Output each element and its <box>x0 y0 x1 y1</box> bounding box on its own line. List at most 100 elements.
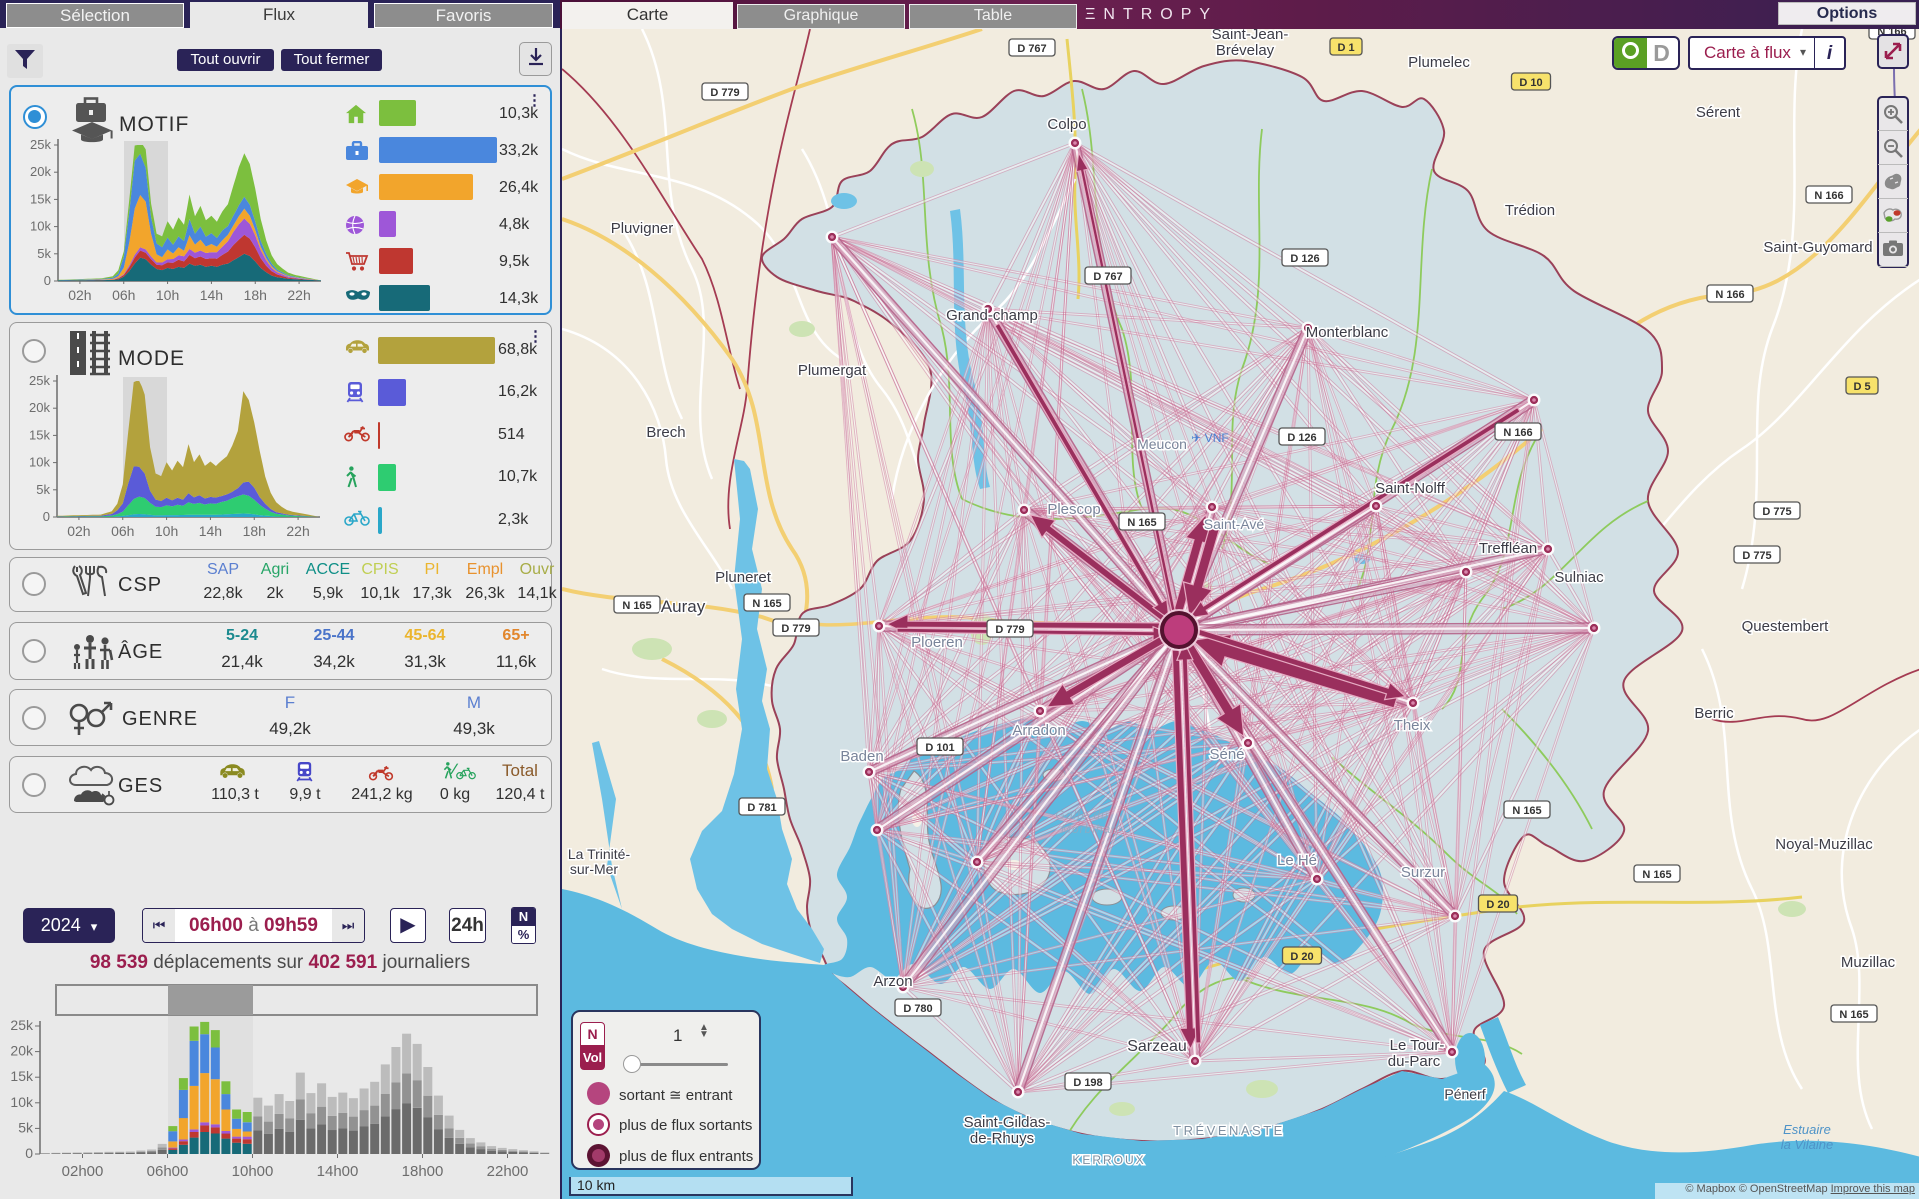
svg-text:la Vilaine: la Vilaine <box>1781 1137 1834 1152</box>
svg-text:KERROUX: KERROUX <box>1072 1153 1145 1167</box>
svg-text:D 767: D 767 <box>1017 43 1046 55</box>
svg-text:Grand-champ: Grand-champ <box>946 307 1038 324</box>
svg-text:25k: 25k <box>30 137 51 152</box>
svg-text:Ploeren: Ploeren <box>911 634 963 651</box>
svg-text:Sérent: Sérent <box>1696 104 1741 121</box>
svg-text:N 165: N 165 <box>1839 1009 1868 1021</box>
svg-text:20k: 20k <box>30 164 51 179</box>
svg-text:N 165: N 165 <box>622 600 651 612</box>
svg-text:Plescop: Plescop <box>1047 501 1100 518</box>
svg-text:D 198: D 198 <box>1073 1077 1102 1089</box>
svg-text:Questembert: Questembert <box>1742 618 1830 635</box>
svg-text:20k: 20k <box>29 400 50 415</box>
svg-text:D 779: D 779 <box>781 623 810 635</box>
svg-text:TRÉVENASTE: TRÉVENASTE <box>1173 1123 1285 1138</box>
svg-text:18h: 18h <box>243 523 266 539</box>
svg-text:14h: 14h <box>199 523 222 539</box>
svg-text:D 20: D 20 <box>1486 899 1509 911</box>
svg-text:D 101: D 101 <box>925 742 954 754</box>
svg-text:25k: 25k <box>10 1017 34 1033</box>
svg-text:5k: 5k <box>18 1119 34 1135</box>
svg-text:N 166: N 166 <box>1814 190 1843 202</box>
svg-text:D 20: D 20 <box>1290 951 1313 963</box>
svg-text:N 165: N 165 <box>1642 869 1671 881</box>
svg-text:N 165: N 165 <box>1512 805 1541 817</box>
svg-text:N 166: N 166 <box>1503 427 1532 439</box>
svg-text:de-Rhuys: de-Rhuys <box>970 1130 1034 1147</box>
svg-text:N 166: N 166 <box>1715 289 1744 301</box>
svg-text:10k: 10k <box>30 219 51 234</box>
svg-text:Berric: Berric <box>1694 705 1734 722</box>
svg-text:D 775: D 775 <box>1762 506 1791 518</box>
svg-text:Treffléan: Treffléan <box>1479 540 1537 557</box>
svg-text:10k: 10k <box>10 1094 34 1110</box>
svg-text:0: 0 <box>44 273 51 288</box>
svg-text:15k: 15k <box>10 1068 34 1084</box>
svg-text:Plumelec: Plumelec <box>1408 54 1470 71</box>
svg-text:Brévelay: Brévelay <box>1216 42 1275 59</box>
svg-text:Saint-Nolff: Saint-Nolff <box>1375 480 1446 497</box>
svg-text:15k: 15k <box>29 427 50 442</box>
svg-text:18h: 18h <box>244 287 267 303</box>
svg-text:10h: 10h <box>155 523 178 539</box>
svg-text:Golfe du: Golfe du <box>1055 808 1108 822</box>
svg-text:10h: 10h <box>156 287 179 303</box>
svg-text:22h: 22h <box>287 287 310 303</box>
svg-text:Trédion: Trédion <box>1505 202 1555 219</box>
svg-text:22h00: 22h00 <box>487 1163 529 1180</box>
svg-text:06h: 06h <box>111 523 134 539</box>
svg-text:D 779: D 779 <box>710 87 739 99</box>
svg-text:Morbihan: Morbihan <box>1061 822 1119 836</box>
svg-text:02h: 02h <box>68 287 91 303</box>
svg-text:Saint-Avé: Saint-Avé <box>1204 516 1265 532</box>
svg-text:14h00: 14h00 <box>317 1163 359 1180</box>
svg-text:D 126: D 126 <box>1290 253 1319 265</box>
svg-text:Colpo: Colpo <box>1047 116 1086 133</box>
svg-text:0: 0 <box>43 509 50 524</box>
svg-text:D 780: D 780 <box>903 1003 932 1015</box>
svg-text:Saint-Jean-: Saint-Jean- <box>1212 29 1289 43</box>
svg-text:Monterblanc: Monterblanc <box>1306 324 1389 341</box>
svg-text:02h00: 02h00 <box>62 1163 104 1180</box>
svg-text:D 5: D 5 <box>1853 381 1870 393</box>
svg-text:Muzillac: Muzillac <box>1841 954 1896 971</box>
svg-text:D 775: D 775 <box>1742 550 1771 562</box>
svg-text:D 1: D 1 <box>1337 42 1354 54</box>
svg-text:Pluneret: Pluneret <box>715 569 772 586</box>
svg-text:du-Parc: du-Parc <box>1388 1053 1441 1070</box>
svg-text:sur-Mer: sur-Mer <box>570 861 619 877</box>
svg-text:Auray: Auray <box>661 597 706 616</box>
svg-text:0: 0 <box>25 1145 33 1161</box>
svg-text:06h00: 06h00 <box>147 1163 189 1180</box>
svg-text:Brech: Brech <box>646 424 685 441</box>
svg-text:Noyal-Muzillac: Noyal-Muzillac <box>1775 836 1873 853</box>
svg-text:Séné: Séné <box>1209 746 1244 763</box>
svg-text:Pénerf: Pénerf <box>1444 1086 1485 1102</box>
svg-text:N 165: N 165 <box>1127 517 1156 529</box>
svg-text:18h00: 18h00 <box>402 1163 444 1180</box>
svg-text:Le Tour-: Le Tour- <box>1390 1037 1445 1054</box>
svg-text:D 10: D 10 <box>1519 77 1542 89</box>
svg-text:Surzur: Surzur <box>1401 864 1445 881</box>
svg-text:Le Hé: Le Hé <box>1277 852 1317 869</box>
svg-text:D 126: D 126 <box>1287 432 1316 444</box>
svg-text:D 781: D 781 <box>747 802 776 814</box>
svg-text:20k: 20k <box>10 1043 34 1059</box>
svg-text:Arradon: Arradon <box>1012 722 1065 739</box>
svg-text:25k: 25k <box>29 373 50 388</box>
svg-text:Plumergat: Plumergat <box>798 362 867 379</box>
svg-text:02h: 02h <box>67 523 90 539</box>
svg-text:15k: 15k <box>30 191 51 206</box>
svg-text:Saint-Guyomard: Saint-Guyomard <box>1763 239 1872 256</box>
svg-text:D 779: D 779 <box>995 624 1024 636</box>
svg-text:Meucon: Meucon <box>1137 436 1187 452</box>
svg-text:Baden: Baden <box>840 748 883 765</box>
svg-text:✈ VNF: ✈ VNF <box>1191 431 1228 445</box>
svg-text:D 767: D 767 <box>1093 271 1122 283</box>
svg-text:5k: 5k <box>37 246 51 261</box>
svg-text:N 165: N 165 <box>752 598 781 610</box>
svg-text:Arzon: Arzon <box>873 973 912 990</box>
svg-text:5k: 5k <box>36 482 50 497</box>
svg-text:Sarzeau: Sarzeau <box>1127 1038 1187 1055</box>
svg-text:06h: 06h <box>112 287 135 303</box>
